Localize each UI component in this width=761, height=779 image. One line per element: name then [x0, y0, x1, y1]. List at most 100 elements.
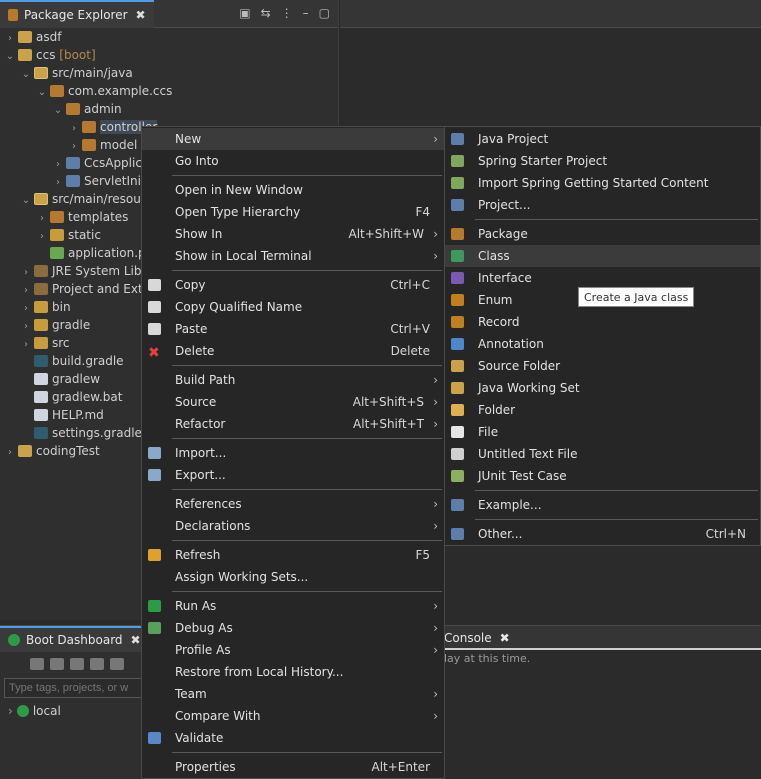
power-icon: [8, 634, 20, 646]
start-icon[interactable]: [30, 658, 44, 670]
copy-icon: [148, 301, 161, 313]
close-icon[interactable]: ✖: [136, 8, 146, 22]
menu-item-source[interactable]: Source Alt+Shift+S ›: [142, 391, 444, 413]
menu-item-project[interactable]: Project...: [445, 194, 760, 216]
menu-item-annotation[interactable]: Annotation: [445, 333, 760, 355]
open-browser-icon[interactable]: [90, 658, 104, 670]
menu-item-source-folder[interactable]: Source Folder: [445, 355, 760, 377]
tree-item[interactable]: ⌄ src/main/java: [0, 64, 338, 82]
view-action-icon[interactable]: ▣: [239, 6, 250, 20]
menu-item-label: Paste: [175, 322, 208, 336]
boot-dashboard-tab[interactable]: Boot Dashboard ✖: [0, 626, 149, 652]
filter-input[interactable]: [4, 678, 154, 698]
view-action-icon[interactable]: ⇆: [261, 6, 271, 20]
package-explorer-tab[interactable]: Package Explorer ✖: [0, 0, 154, 28]
menu-item-copy[interactable]: Copy Ctrl+C: [142, 274, 444, 296]
menu-item-build-path[interactable]: Build Path ›: [142, 369, 444, 391]
other-wizard-icon: [451, 528, 464, 540]
menu-item-folder[interactable]: Folder: [445, 399, 760, 421]
menu-item-open-in-new-window[interactable]: Open in New Window: [142, 179, 444, 201]
editor-area-tabbar: [340, 0, 761, 28]
view-action-icon[interactable]: ⋮: [281, 6, 293, 20]
menu-item-java-project[interactable]: Java Project: [445, 128, 760, 150]
chevron-right-icon: ›: [433, 599, 438, 613]
chevron-right-icon[interactable]: ›: [8, 704, 13, 718]
console-icon[interactable]: [110, 658, 124, 670]
menu-item-label: New: [175, 132, 202, 146]
menu-item-class[interactable]: Class: [445, 245, 760, 267]
menu-item-label: Java Working Set: [478, 381, 580, 395]
menu-item-record[interactable]: Record: [445, 311, 760, 333]
file-icon: [451, 426, 464, 438]
menu-item-other[interactable]: Other... Ctrl+N: [445, 523, 760, 545]
package-icon: [66, 103, 80, 115]
menu-accelerator: Alt+Shift+T: [353, 417, 424, 431]
stop-icon[interactable]: [70, 658, 84, 670]
menu-item-compare-with[interactable]: Compare With ›: [142, 705, 444, 727]
menu-item-label: Properties: [175, 760, 236, 774]
tree-item-label: com.example.ccs: [68, 84, 173, 98]
java-project-icon: [451, 133, 464, 145]
menu-item-copy-qualified-name[interactable]: Copy Qualified Name: [142, 296, 444, 318]
folder-icon: [34, 319, 48, 331]
menu-item-assign-working-sets[interactable]: Assign Working Sets...: [142, 566, 444, 588]
menu-item-restore-from-local-history[interactable]: Restore from Local History...: [142, 661, 444, 683]
menu-item-import[interactable]: Import...: [142, 442, 444, 464]
menu-item-spring-starter-project[interactable]: Spring Starter Project: [445, 150, 760, 172]
file-icon: [34, 409, 48, 421]
menu-item-java-working-set[interactable]: Java Working Set: [445, 377, 760, 399]
menu-item-label: Export...: [175, 468, 226, 482]
menu-item-go-into[interactable]: Go Into: [142, 150, 444, 172]
menu-item-file[interactable]: File: [445, 421, 760, 443]
menu-item-export[interactable]: Export...: [142, 464, 444, 486]
chevron-right-icon: ›: [433, 621, 438, 635]
menu-item-refactor[interactable]: Refactor Alt+Shift+T ›: [142, 413, 444, 435]
tree-item[interactable]: ⌄ ccs [boot]: [0, 46, 338, 64]
menu-item-references[interactable]: References ›: [142, 493, 444, 515]
menu-item-team[interactable]: Team ›: [142, 683, 444, 705]
menu-item-example[interactable]: Example...: [445, 494, 760, 516]
menu-item-new[interactable]: New ›: [142, 128, 444, 150]
tree-item-label: ccs: [36, 48, 56, 62]
menu-item-show-in-local-terminal[interactable]: Show in Local Terminal ›: [142, 245, 444, 267]
menu-item-properties[interactable]: Properties Alt+Enter: [142, 756, 444, 778]
menu-item-profile-as[interactable]: Profile As ›: [142, 639, 444, 661]
tree-item[interactable]: › asdf: [0, 28, 338, 46]
menu-separator: [475, 519, 758, 520]
menu-item-junit-test-case[interactable]: JUnit Test Case: [445, 465, 760, 487]
menu-item-interface[interactable]: Interface: [445, 267, 760, 289]
menu-item-open-type-hierarchy[interactable]: Open Type Hierarchy F4: [142, 201, 444, 223]
view-action-icon[interactable]: ▢: [319, 6, 330, 20]
menu-item-untitled-text-file[interactable]: Untitled Text File: [445, 443, 760, 465]
menu-item-label: References: [175, 497, 242, 511]
console-tab[interactable]: Console ✖: [444, 626, 510, 650]
close-icon[interactable]: ✖: [131, 633, 141, 647]
local-target-row[interactable]: › local: [8, 704, 61, 718]
chevron-right-icon: ›: [433, 643, 438, 657]
menu-item-debug-as[interactable]: Debug As ›: [142, 617, 444, 639]
menu-item-import-spring-getting-started-content[interactable]: Import Spring Getting Started Content: [445, 172, 760, 194]
tree-item[interactable]: ⌄ com.example.ccs: [0, 82, 338, 100]
menu-item-show-in[interactable]: Show In Alt+Shift+W ›: [142, 223, 444, 245]
menu-item-label: Package: [478, 227, 528, 241]
debug-icon[interactable]: [50, 658, 64, 670]
chevron-right-icon: ›: [433, 709, 438, 723]
chevron-right-icon: ›: [433, 227, 438, 241]
file-icon: [34, 373, 48, 385]
menu-item-label: Import...: [175, 446, 227, 460]
menu-item-declarations[interactable]: Declarations ›: [142, 515, 444, 537]
menu-item-run-as[interactable]: Run As ›: [142, 595, 444, 617]
menu-item-delete[interactable]: ✖ Delete Delete: [142, 340, 444, 362]
menu-item-label: Refactor: [175, 417, 226, 431]
chevron-right-icon: ›: [433, 687, 438, 701]
spring-project-icon: [451, 155, 464, 167]
menu-item-paste[interactable]: Paste Ctrl+V: [142, 318, 444, 340]
chevron-right-icon[interactable]: ›: [4, 444, 16, 462]
view-action-icon[interactable]: –: [303, 6, 309, 20]
menu-item-refresh[interactable]: Refresh F5: [142, 544, 444, 566]
menu-item-package[interactable]: Package: [445, 223, 760, 245]
source-folder-icon: [34, 193, 48, 205]
tree-item[interactable]: ⌄ admin: [0, 100, 338, 118]
close-icon[interactable]: ✖: [500, 631, 510, 645]
menu-item-validate[interactable]: Validate: [142, 727, 444, 749]
